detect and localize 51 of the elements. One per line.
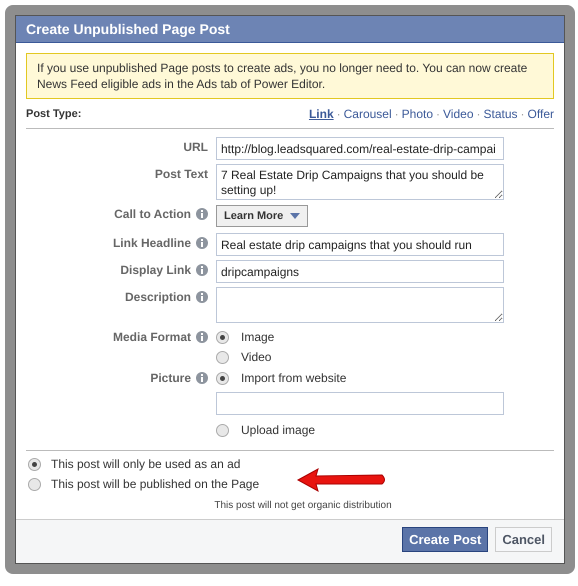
radio-label: Image — [241, 330, 274, 344]
radio-button[interactable] — [28, 458, 41, 470]
info-icon[interactable] — [196, 372, 208, 384]
create-button[interactable]: Create Post — [402, 527, 488, 552]
field-label: Media Format — [112, 330, 191, 344]
note-text: This post will not get organic distribution — [213, 500, 393, 511]
post-type-link[interactable]: Status — [484, 107, 518, 121]
post-type-link[interactable]: Video — [443, 107, 474, 121]
radio-label: Upload image — [241, 423, 316, 437]
field-label: URL — [183, 140, 208, 154]
field-label: Post Text — [154, 167, 208, 181]
text-area[interactable]: 7 Real Estate Drip Campaigns that you should be setting up! — [216, 164, 504, 200]
text-field[interactable]: dripcampaigns — [216, 260, 504, 283]
cancel-button[interactable]: Cancel — [495, 527, 552, 552]
separator-dot: · — [476, 107, 482, 121]
field-label: Description — [124, 290, 191, 304]
info-icon[interactable] — [196, 264, 208, 276]
field-label: Display Link — [120, 263, 191, 277]
post-type-link[interactable]: Carousel — [344, 107, 392, 121]
info-icon[interactable] — [196, 237, 208, 249]
info-icon[interactable] — [196, 208, 208, 220]
post-type-link[interactable]: Link — [308, 107, 334, 121]
text-area[interactable] — [216, 287, 504, 323]
notice-message: If you use unpublished Page posts to create ads, you no longer need to. You can now create News Feed eligible ads in the Ads tab of Power Editor. — [26, 53, 554, 99]
radio-button[interactable] — [216, 330, 229, 344]
post-type-link[interactable]: Photo — [402, 107, 434, 121]
info-icon[interactable] — [196, 291, 208, 303]
field-label: Picture — [150, 371, 191, 385]
radio-button[interactable] — [216, 350, 229, 364]
caret-icon — [290, 213, 300, 219]
field-label: Call to Action — [114, 207, 191, 221]
radio-button[interactable] — [28, 478, 41, 490]
radio-label: This post will be published on the Page — [51, 477, 260, 491]
text-field[interactable]: Real estate drip campaigns that you should run — [216, 233, 504, 256]
separator-dot: · — [520, 107, 526, 121]
radio-label: This post will only be used as an ad — [51, 457, 240, 471]
radio-button[interactable] — [216, 424, 229, 436]
text-field[interactable]: http://blog.leadsquared.com/real-estate-drip-campai — [216, 137, 504, 160]
dialog-title: Create Unpublished Page Post — [16, 16, 564, 43]
post-type-link[interactable]: Offer — [528, 107, 554, 121]
post-type-label: Post Type: — [26, 108, 82, 120]
dropdown-button[interactable]: Learn More — [216, 205, 308, 227]
separator-dot: · — [394, 107, 400, 121]
text-field[interactable] — [216, 392, 504, 415]
radio-label: Video — [241, 350, 272, 364]
separator-dot: · — [435, 107, 442, 121]
field-label: Link Headline — [112, 236, 191, 250]
radio-label: Import from website — [241, 371, 346, 385]
radio-button[interactable] — [216, 372, 229, 384]
info-icon[interactable] — [196, 331, 208, 343]
separator-dot: · — [336, 107, 342, 121]
